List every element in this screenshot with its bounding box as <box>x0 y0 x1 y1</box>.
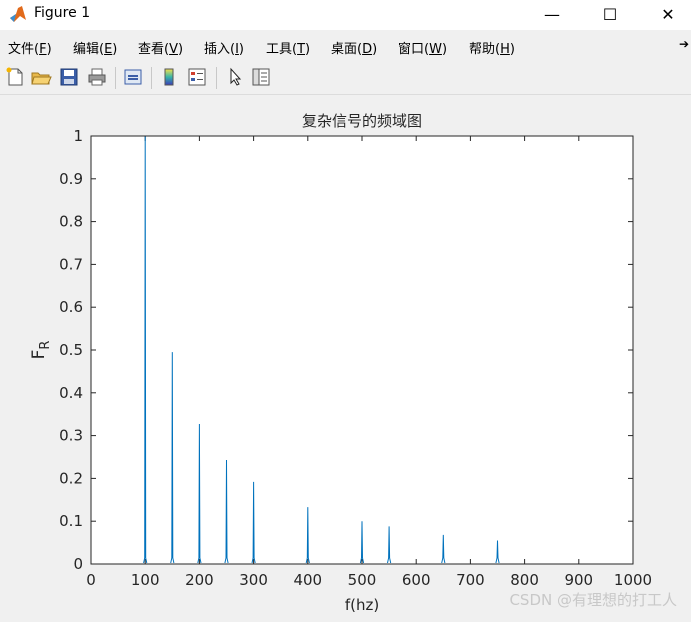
matlab-logo-icon <box>10 6 26 22</box>
y-tick-label: 0.4 <box>59 384 83 402</box>
window-title: Figure 1 <box>34 5 91 21</box>
menu-view[interactable]: 查看(V) <box>138 38 183 57</box>
chart-title: 复杂信号的频域图 <box>302 112 422 130</box>
toolbar <box>0 62 691 95</box>
minimize-button[interactable]: — <box>529 0 575 30</box>
menu-tools[interactable]: 工具(T) <box>266 38 310 57</box>
x-tick-label: 700 <box>456 571 485 589</box>
y-tick-label: 0.1 <box>59 512 83 530</box>
menu-file[interactable]: 文件(F) <box>8 38 52 57</box>
colorbar-icon[interactable] <box>158 66 180 88</box>
toolbar-separator <box>115 67 116 89</box>
x-tick-label: 900 <box>564 571 593 589</box>
property-inspector-icon[interactable] <box>250 66 272 88</box>
x-tick-label: 800 <box>510 571 539 589</box>
y-axis-label-main: F <box>29 350 49 360</box>
toolbar-separator <box>151 67 152 89</box>
menu-window[interactable]: 窗口(W) <box>398 38 447 57</box>
maximize-button[interactable]: ☐ <box>587 0 633 30</box>
y-tick-label: 0.9 <box>59 170 83 188</box>
y-tick-label: 1 <box>73 127 83 145</box>
menu-overflow-icon[interactable]: ➔ <box>679 37 689 51</box>
frequency-plot[interactable]: 0 100 200 300 400 500 600 700 800 900 1000 0 0.1 0.2 0… <box>0 96 691 618</box>
y-axis-label-sub: R <box>38 341 53 350</box>
x-axis-label: f(hz) <box>345 596 379 614</box>
x-tick-label: 300 <box>239 571 268 589</box>
toolbar-separator <box>216 67 217 89</box>
y-tick-label: 0.5 <box>59 341 83 359</box>
x-tick-label: 500 <box>348 571 377 589</box>
close-button[interactable]: ✕ <box>645 0 691 30</box>
x-tick-label: 400 <box>293 571 322 589</box>
menu-insert[interactable]: 插入(I) <box>204 38 244 57</box>
x-tick-label: 600 <box>402 571 431 589</box>
x-tick-label: 200 <box>185 571 214 589</box>
menu-edit[interactable]: 编辑(E) <box>73 38 117 57</box>
pointer-icon[interactable] <box>224 66 246 88</box>
y-axis-label: FR <box>29 341 53 360</box>
y-tick-label: 0.7 <box>59 255 83 273</box>
menu-desktop[interactable]: 桌面(D) <box>331 38 377 57</box>
menu-help[interactable]: 帮助(H) <box>469 38 515 57</box>
y-tick-label: 0.3 <box>59 427 83 445</box>
new-figure-icon[interactable] <box>4 66 26 88</box>
legend-icon[interactable] <box>186 66 208 88</box>
watermark: CSDN @有理想的打工人 <box>509 591 677 609</box>
x-tick-label: 0 <box>86 571 96 589</box>
open-file-icon[interactable] <box>30 66 52 88</box>
print-icon[interactable] <box>86 66 108 88</box>
y-tick-label: 0.8 <box>59 213 83 231</box>
title-bar: Figure 1 — ☐ ✕ <box>0 0 691 30</box>
save-icon[interactable] <box>58 66 80 88</box>
menu-bar: 文件(F) 编辑(E) 查看(V) 插入(I) 工具(T) 桌面(D) 窗口(W… <box>0 34 691 60</box>
x-tick-label: 100 <box>131 571 160 589</box>
link-plot-icon[interactable] <box>122 66 144 88</box>
figure-canvas: 0 100 200 300 400 500 600 700 800 900 1000 0 0.1 0.2 0… <box>0 96 691 618</box>
y-tick-label: 0.6 <box>59 298 83 316</box>
y-tick-label: 0 <box>73 555 83 573</box>
x-tick-label: 1000 <box>614 571 652 589</box>
y-tick-label: 0.2 <box>59 469 83 487</box>
